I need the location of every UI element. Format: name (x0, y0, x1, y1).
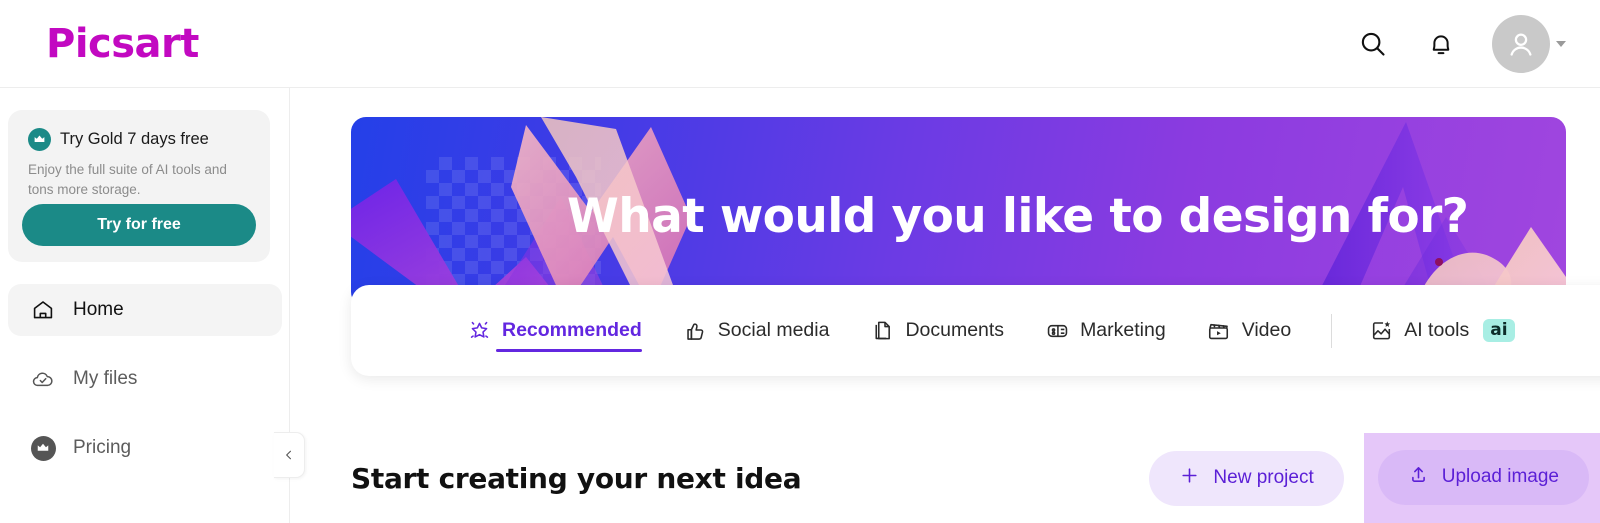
image-star-icon (1368, 318, 1394, 344)
tab-documents[interactable]: Documents (869, 307, 1004, 355)
gold-promo-subtitle: Enjoy the full suite of AI tools and ton… (28, 162, 227, 197)
megaphone-icon (1044, 318, 1070, 344)
tab-ai-tools[interactable]: AI tools ai (1368, 307, 1515, 355)
sidebar-item-pricing[interactable]: Pricing (8, 422, 282, 474)
upload-image-highlight: Upload image (1363, 432, 1600, 523)
tab-social-media[interactable]: Social media (682, 307, 830, 355)
main-content: What would you like to design for? Recom… (291, 88, 1600, 523)
tab-label: AI tools (1404, 319, 1470, 341)
picsart-logo[interactable]: Picsart (46, 24, 199, 64)
ai-badge: ai (1483, 318, 1515, 343)
home-icon (30, 297, 56, 323)
thumbs-up-icon (682, 318, 708, 344)
documents-icon (869, 318, 895, 344)
tab-label: Social media (717, 319, 830, 341)
sidebar-item-label: Home (73, 299, 124, 320)
sparkle-icon (466, 318, 492, 344)
crown-icon (28, 128, 51, 151)
gold-promo-card: Try Gold 7 days free Enjoy the full suit… (8, 110, 270, 262)
tab-label: Marketing (1080, 319, 1166, 341)
tab-label: Recommended (502, 319, 642, 341)
hero-title: What would you like to design for? (567, 189, 1469, 244)
tab-divider (1331, 313, 1333, 348)
top-header: Picsart (0, 0, 1600, 88)
upload-icon (1408, 464, 1429, 491)
picsart-home-page: Picsart Try Gold 7 days free Enjoy the f… (0, 0, 1600, 523)
new-project-label: New project (1213, 467, 1314, 488)
category-tab-bar: Recommended Social media Documents Marke… (351, 285, 1600, 376)
clapperboard-icon (1206, 318, 1232, 344)
sidebar-item-my-files[interactable]: My files (8, 353, 282, 405)
tab-label: Video (1241, 319, 1292, 341)
active-tab-underline (496, 349, 642, 352)
upload-image-label: Upload image (1441, 466, 1559, 487)
try-for-free-button[interactable]: Try for free (22, 204, 256, 246)
header-actions (1356, 14, 1566, 73)
account-menu[interactable] (1492, 14, 1566, 73)
action-buttons: New project Upload image (1149, 432, 1600, 523)
section-title: Start creating your next idea (351, 461, 802, 495)
avatar[interactable] (1492, 14, 1550, 73)
tab-marketing[interactable]: Marketing (1044, 307, 1166, 355)
bell-icon[interactable] (1424, 27, 1458, 61)
crown-badge-icon (30, 435, 56, 461)
tab-video[interactable]: Video (1206, 307, 1292, 355)
tab-label: Documents (905, 319, 1005, 341)
sidebar-item-label: Pricing (73, 437, 132, 458)
sidebar-nav: Home My files Pricing (8, 284, 282, 491)
start-creating-row: Start creating your next idea New projec… (351, 432, 1600, 523)
sidebar-collapse-button[interactable] (274, 432, 305, 478)
search-icon[interactable] (1356, 27, 1390, 61)
new-project-button[interactable]: New project (1149, 450, 1344, 506)
chevron-down-icon[interactable] (1556, 40, 1566, 47)
sidebar-item-home[interactable]: Home (8, 284, 282, 336)
cloud-check-icon (30, 366, 56, 392)
gold-promo-header: Try Gold 7 days free (28, 128, 250, 151)
gold-promo-title: Try Gold 7 days free (60, 130, 209, 148)
tab-recommended[interactable]: Recommended (466, 307, 642, 355)
hero-banner: What would you like to design for? (351, 117, 1566, 307)
sidebar-item-label: My files (73, 368, 138, 389)
plus-icon (1179, 465, 1200, 492)
sidebar: Try Gold 7 days free Enjoy the full suit… (0, 88, 290, 523)
upload-image-button[interactable]: Upload image (1377, 449, 1589, 505)
